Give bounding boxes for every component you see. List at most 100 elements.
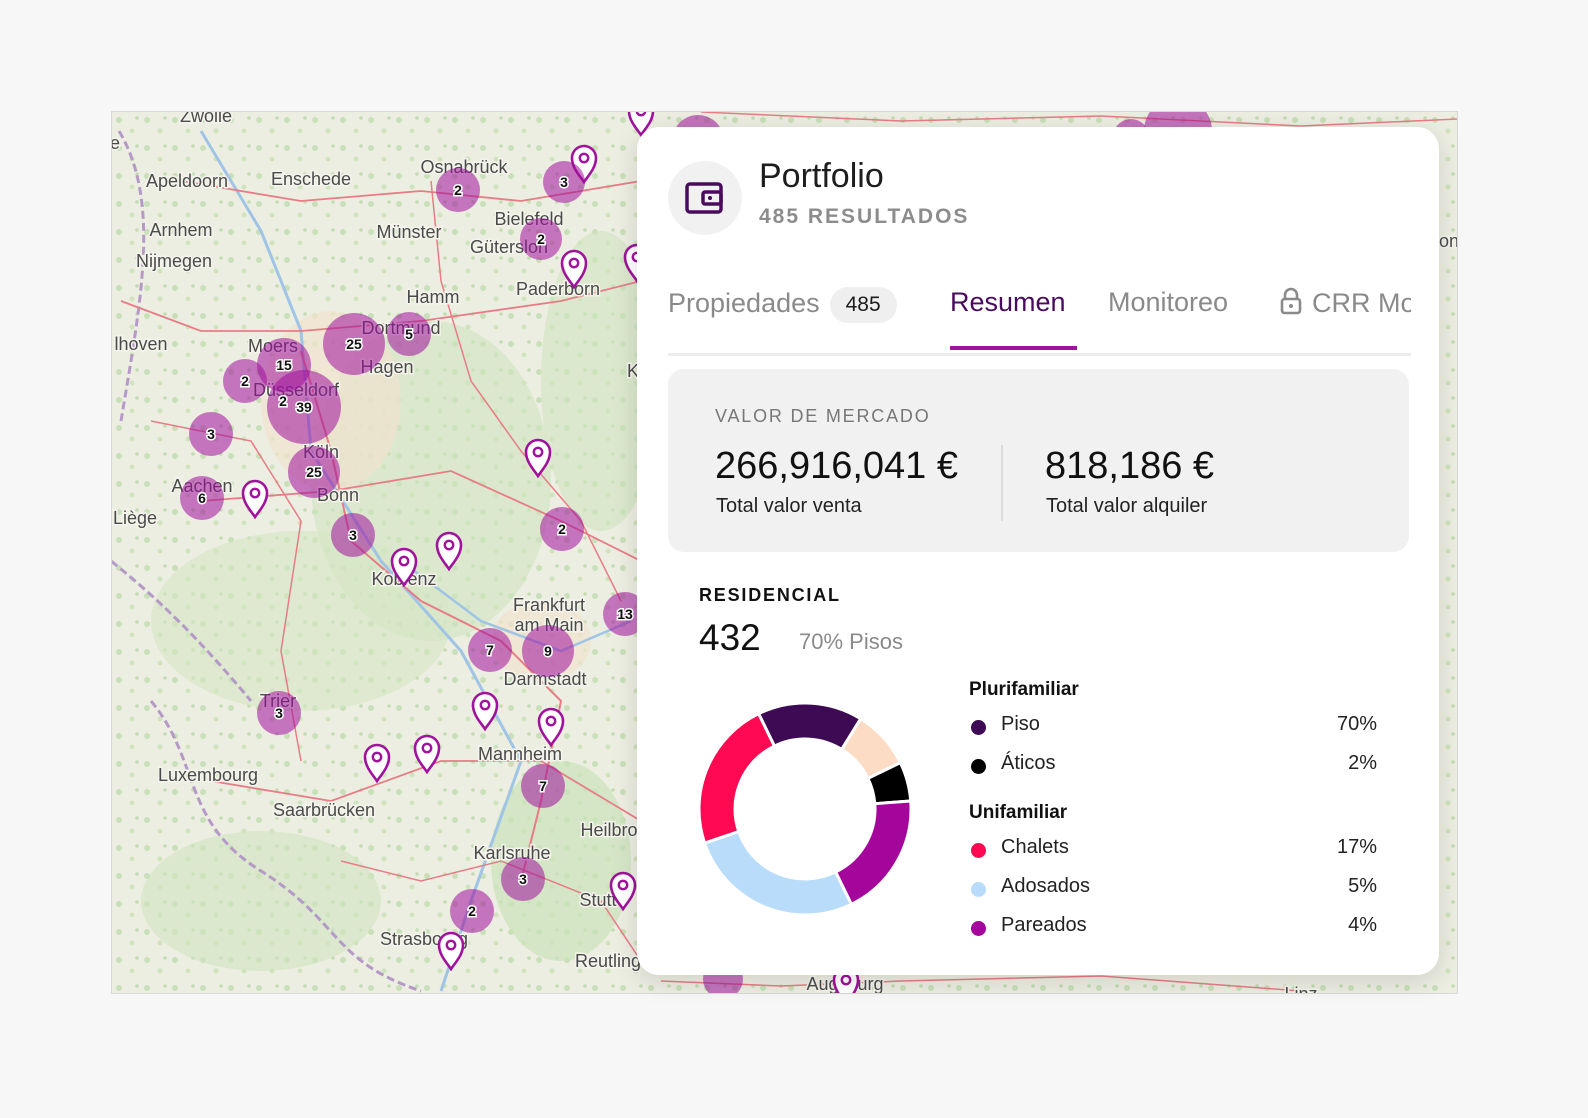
map-city-label: Münster xyxy=(376,222,441,242)
legend-item-adosados: Adosados 5% xyxy=(969,875,1379,905)
legend-dot xyxy=(971,843,986,858)
legend-item-pct: 4% xyxy=(1348,914,1377,936)
map-cluster-marker[interactable]: 9 xyxy=(522,625,574,677)
legend-item-name: Adosados xyxy=(1001,875,1090,897)
map-cluster-count: 2 xyxy=(537,231,545,247)
tab-propiedades[interactable]: Propiedades 485 xyxy=(668,287,897,323)
map-city-label: on xyxy=(1439,231,1457,251)
map-city-label: Frankfurt xyxy=(513,595,585,615)
legend-item-pct: 5% xyxy=(1348,875,1377,897)
map-cluster-count: 2 xyxy=(558,521,566,537)
map-city-label: lhoven xyxy=(114,334,167,354)
residential-pisos-pct: 70% Pisos xyxy=(799,629,903,654)
map-cluster-count: 2 xyxy=(454,182,462,198)
map-city-label: Apeldoorn xyxy=(146,171,228,191)
legend-item-piso: Piso 70% xyxy=(969,713,1379,743)
map-cluster-marker[interactable]: 2 xyxy=(436,168,480,212)
map-cluster-marker[interactable]: 2 xyxy=(540,507,584,551)
legend-dot xyxy=(971,720,986,735)
map-cluster-count: 3 xyxy=(560,174,568,190)
residential-donut-chart xyxy=(697,701,913,917)
tab-propiedades-label: Propiedades xyxy=(668,288,820,319)
map-cluster-marker[interactable]: 2 xyxy=(450,889,494,933)
map-city-label: Mannheim xyxy=(478,744,562,764)
map-cluster-count: 2 xyxy=(468,903,476,919)
map-cluster-marker[interactable]: 3 xyxy=(501,857,545,901)
map-cluster-marker[interactable]: 6 xyxy=(180,476,224,520)
map-cluster-marker[interactable]: 5 xyxy=(387,312,431,356)
legend-group-plurifamiliar: Plurifamiliar xyxy=(969,679,1079,700)
map-cluster-marker[interactable]: 2 xyxy=(520,218,562,260)
map-cluster-count: 7 xyxy=(486,642,494,658)
sale-value: 266,916,041 € xyxy=(715,445,959,487)
map-city-label: Heilbro xyxy=(580,820,637,840)
market-value-label: VALOR DE MERCADO xyxy=(715,406,931,426)
map-city-label: Linz xyxy=(1284,984,1317,993)
donut-slice xyxy=(697,711,777,845)
map-cluster-count: 3 xyxy=(349,527,357,543)
map-city-label: Liège xyxy=(113,508,157,528)
map-cluster-count: 9 xyxy=(544,643,552,659)
tab-crr-label: CRR Mo xyxy=(1312,288,1411,318)
map-city-label: Paderborn xyxy=(516,279,600,299)
map-cluster-count: 3 xyxy=(275,705,283,721)
map-city-label: Hamm xyxy=(407,287,460,307)
legend-dot xyxy=(971,921,986,936)
map-cluster-count: 2 xyxy=(279,393,287,409)
legend-group-unifamiliar: Unifamiliar xyxy=(969,802,1068,823)
map-cluster-marker[interactable]: 2 xyxy=(278,392,289,411)
map-cluster-count: 5 xyxy=(405,326,413,342)
portfolio-panel: Portfolio 485 RESULTADOS Propiedades 485 … xyxy=(637,127,1439,975)
lock-icon xyxy=(1280,287,1302,322)
legend-dot xyxy=(971,882,986,897)
map-cluster-count: 2 xyxy=(241,373,249,389)
residential-label: RESIDENCIAL xyxy=(699,585,841,605)
tab-resumen[interactable]: Resumen xyxy=(950,287,1066,318)
map-cluster-marker[interactable]: 7 xyxy=(468,628,512,672)
rent-value-label: Total valor alquiler xyxy=(1046,495,1208,517)
legend-item-pct: 70% xyxy=(1336,713,1377,735)
tab-resumen-label: Resumen xyxy=(950,287,1066,317)
map-cluster-marker[interactable]: 3 xyxy=(257,691,301,735)
map-cluster-count: 7 xyxy=(539,778,547,794)
wallet-icon xyxy=(668,161,742,235)
legend-item-name: Pareados xyxy=(1001,914,1087,936)
tab-bar: Propiedades 485 Resumen Monitoreo CRR Mo xyxy=(668,277,1411,356)
market-divider xyxy=(1001,445,1003,521)
map-cluster-marker[interactable]: 3 xyxy=(543,161,585,203)
map-cluster-marker[interactable]: 39 xyxy=(267,370,341,444)
map-cluster-count: 13 xyxy=(617,606,633,622)
legend-item-pct: 2% xyxy=(1348,752,1377,774)
map-cluster-marker[interactable]: 7 xyxy=(521,764,565,808)
map-cluster-marker[interactable]: 25 xyxy=(288,446,340,498)
map-cluster-marker[interactable]: 2 xyxy=(223,359,267,403)
map-cluster-count: 6 xyxy=(198,490,206,506)
donut-slice xyxy=(833,799,913,907)
legend-item-chalets: Chalets 17% xyxy=(969,836,1379,866)
map-city-label: Arnhem xyxy=(149,220,212,240)
legend-item-name: Chalets xyxy=(1001,836,1069,858)
tab-crr[interactable]: CRR Mo xyxy=(1280,287,1411,322)
map-cluster-count: 3 xyxy=(207,426,215,442)
map-cluster-count: 15 xyxy=(276,357,292,373)
map-city-label: e xyxy=(112,133,120,153)
legend-item-pareados: Pareados 4% xyxy=(969,914,1379,944)
tab-monitoreo[interactable]: Monitoreo xyxy=(1108,287,1228,318)
market-value-card: VALOR DE MERCADO 266,916,041 € Total val… xyxy=(668,369,1409,552)
map-cluster-count: 3 xyxy=(519,871,527,887)
map-cluster-count: 25 xyxy=(346,336,362,352)
residential-count: 432 xyxy=(699,617,761,658)
map-city-label: Luxembourg xyxy=(158,765,258,785)
map-cluster-count: 39 xyxy=(296,399,312,415)
sale-value-label: Total valor venta xyxy=(716,495,862,517)
legend-dot xyxy=(971,759,986,774)
map-cluster-marker[interactable]: 3 xyxy=(189,412,233,456)
map-cluster-marker[interactable]: 3 xyxy=(331,513,375,557)
map-city-label: Saarbrücken xyxy=(273,800,375,820)
legend-item-name: Áticos xyxy=(1001,752,1056,774)
map-cluster-marker[interactable]: 25 xyxy=(323,313,385,375)
legend-item-pct: 17% xyxy=(1336,836,1377,858)
results-count: 485 RESULTADOS xyxy=(759,205,970,228)
rent-value: 818,186 € xyxy=(1045,445,1215,487)
tab-propiedades-badge: 485 xyxy=(829,287,897,323)
